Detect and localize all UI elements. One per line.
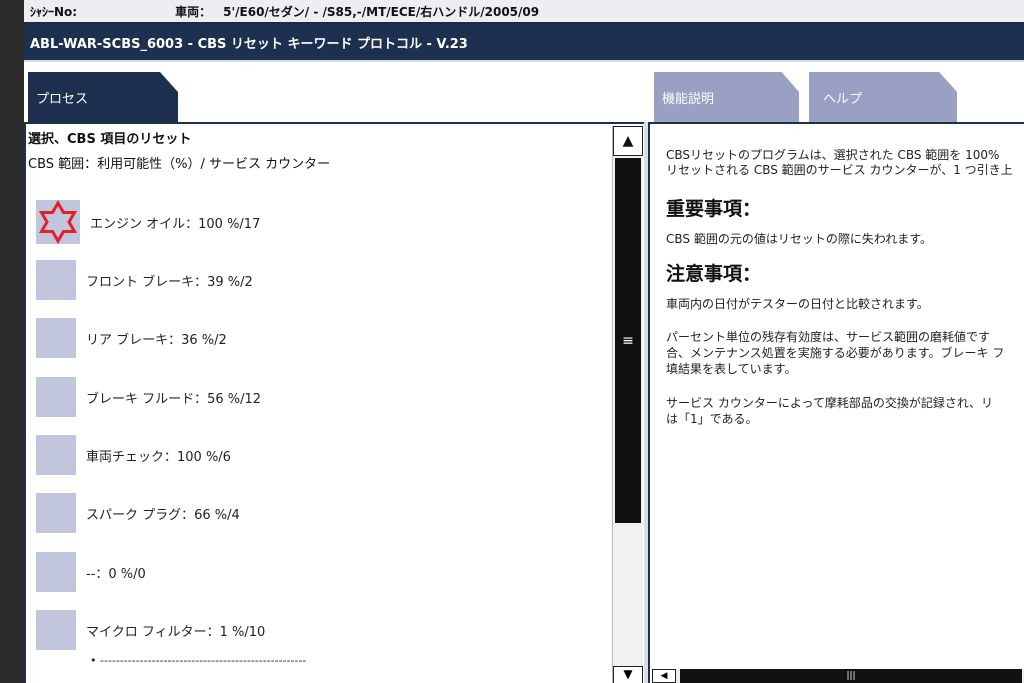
- scroll-down-arrow-icon[interactable]: ▼: [613, 666, 643, 683]
- cbs-item-engine-oil[interactable]: エンジン オイル：100 %/17: [36, 200, 260, 244]
- scroll-left-arrow-icon[interactable]: ◀: [652, 669, 676, 683]
- scroll-thumb[interactable]: ≡: [615, 158, 641, 523]
- window-title-bar: ABL-WAR-SCBS_6003 - CBS リセット キーワード プロトコル…: [24, 24, 1024, 60]
- cbs-item-empty[interactable]: --：0 %/0: [36, 550, 146, 594]
- process-panel: 選択、CBS 項目のリセット CBS 範囲：利用可能性（%）/ サービス カウン…: [24, 122, 644, 683]
- tab-function-label: 機能説明: [662, 91, 715, 107]
- horizontal-scroll-thumb[interactable]: |||: [680, 669, 1022, 683]
- status-box: [36, 435, 76, 475]
- cbs-item-front-brake[interactable]: フロント ブレーキ：39 %/2: [36, 258, 253, 302]
- cbs-item-label: フロント ブレーキ：39 %/2: [86, 274, 253, 290]
- cbs-item-spark-plug[interactable]: スパーク プラグ：66 %/4: [36, 491, 240, 535]
- status-box: [36, 377, 76, 417]
- caution-heading: 注意事項：: [666, 263, 762, 285]
- paragraph-line: パーセント単位の残存有効度は、サービス範囲の磨耗値です: [666, 330, 991, 344]
- vehicle-value: 5'/E60/セダン/ - /S85,-/MT/ECE/右ハンドル/2005/0…: [223, 4, 540, 19]
- function-description-panel: CBSリセットのプログラムは、選択された CBS 範囲を 100% リセットされ…: [648, 122, 1024, 683]
- cbs-item-label: リア ブレーキ：36 %/2: [86, 332, 227, 348]
- important-heading: 重要事項：: [666, 198, 762, 220]
- cbs-item-brake-fluid[interactable]: ブレーキ フルード：56 %/12: [36, 375, 261, 419]
- counter-text-line: サービス カウンターによって摩耗部品の交換が記録され、リ: [666, 396, 993, 410]
- horizontal-scrollbar[interactable]: ◀ |||: [652, 669, 1024, 683]
- counter-text-line: は「1」である。: [666, 412, 758, 426]
- tab-help-label: ヘルプ: [823, 91, 863, 107]
- vehicle-info-bar: ｼｬｼｰNo: 車両： 5'/E60/セダン/ - /S85,-/MT/ECE/…: [24, 0, 1024, 24]
- section-subheading: CBS 範囲：利用可能性（%）/ サービス カウンター: [28, 157, 331, 172]
- cbs-item-label: --：0 %/0: [86, 566, 146, 582]
- tab-function-description[interactable]: 機能説明: [654, 72, 799, 122]
- status-box: [36, 552, 76, 592]
- status-box: [36, 318, 76, 358]
- cbs-item-label: エンジン オイル：100 %/17: [90, 216, 261, 232]
- status-box: [36, 260, 76, 300]
- red-star-warning-icon: [36, 200, 80, 244]
- intro-text-line: リセットされる CBS 範囲のサービス カウンターが、1 つ引き上: [666, 163, 1013, 177]
- screen-bezel: [0, 0, 24, 683]
- status-box: [36, 610, 76, 650]
- paragraph-line: 合、メンテナンス処置を実施する必要があります。ブレーキ フ: [666, 346, 1005, 360]
- grip-icon: ≡: [622, 332, 634, 349]
- important-text: CBS 範囲の元の値はリセットの際に失われます。: [666, 232, 933, 246]
- tab-process-label: プロセス: [36, 91, 89, 107]
- cbs-item-label: スパーク プラグ：66 %/4: [86, 507, 240, 523]
- cbs-item-rear-brake[interactable]: リア ブレーキ：36 %/2: [36, 316, 227, 360]
- status-box: [36, 493, 76, 533]
- section-heading: 選択、CBS 項目のリセット: [28, 132, 192, 147]
- tab-help[interactable]: ヘルプ: [809, 72, 957, 122]
- cbs-item-label: マイクロ フィルター：1 %/10: [86, 624, 266, 640]
- cbs-item-label: ブレーキ フルード：56 %/12: [86, 391, 262, 407]
- cbs-item-vehicle-check[interactable]: 車両チェック：100 %/6: [36, 433, 231, 477]
- caution-text: 車両内の日付がテスターの日付と比較されます。: [666, 297, 929, 311]
- vehicle-label: 車両：: [175, 4, 212, 19]
- chassis-label: ｼｬｼｰNo:: [30, 4, 78, 19]
- tab-strip: プロセス 機能説明 ヘルプ: [24, 62, 1024, 122]
- scroll-up-arrow-icon[interactable]: ▲: [613, 126, 643, 156]
- paragraph-line: 填結果を表しています。: [666, 362, 797, 376]
- intro-text-line: CBSリセットのプログラムは、選択された CBS 範囲を 100%: [666, 148, 1000, 162]
- vertical-scrollbar[interactable]: ▲ ≡ ▼: [612, 126, 643, 683]
- window-title: ABL-WAR-SCBS_6003 - CBS リセット キーワード プロトコル…: [30, 36, 468, 52]
- dashed-separator: • --------------------------------------…: [90, 654, 307, 667]
- tab-process[interactable]: プロセス: [28, 72, 178, 122]
- cbs-item-micro-filter[interactable]: マイクロ フィルター：1 %/10: [36, 608, 265, 652]
- cbs-item-label: 車両チェック：100 %/6: [86, 449, 231, 465]
